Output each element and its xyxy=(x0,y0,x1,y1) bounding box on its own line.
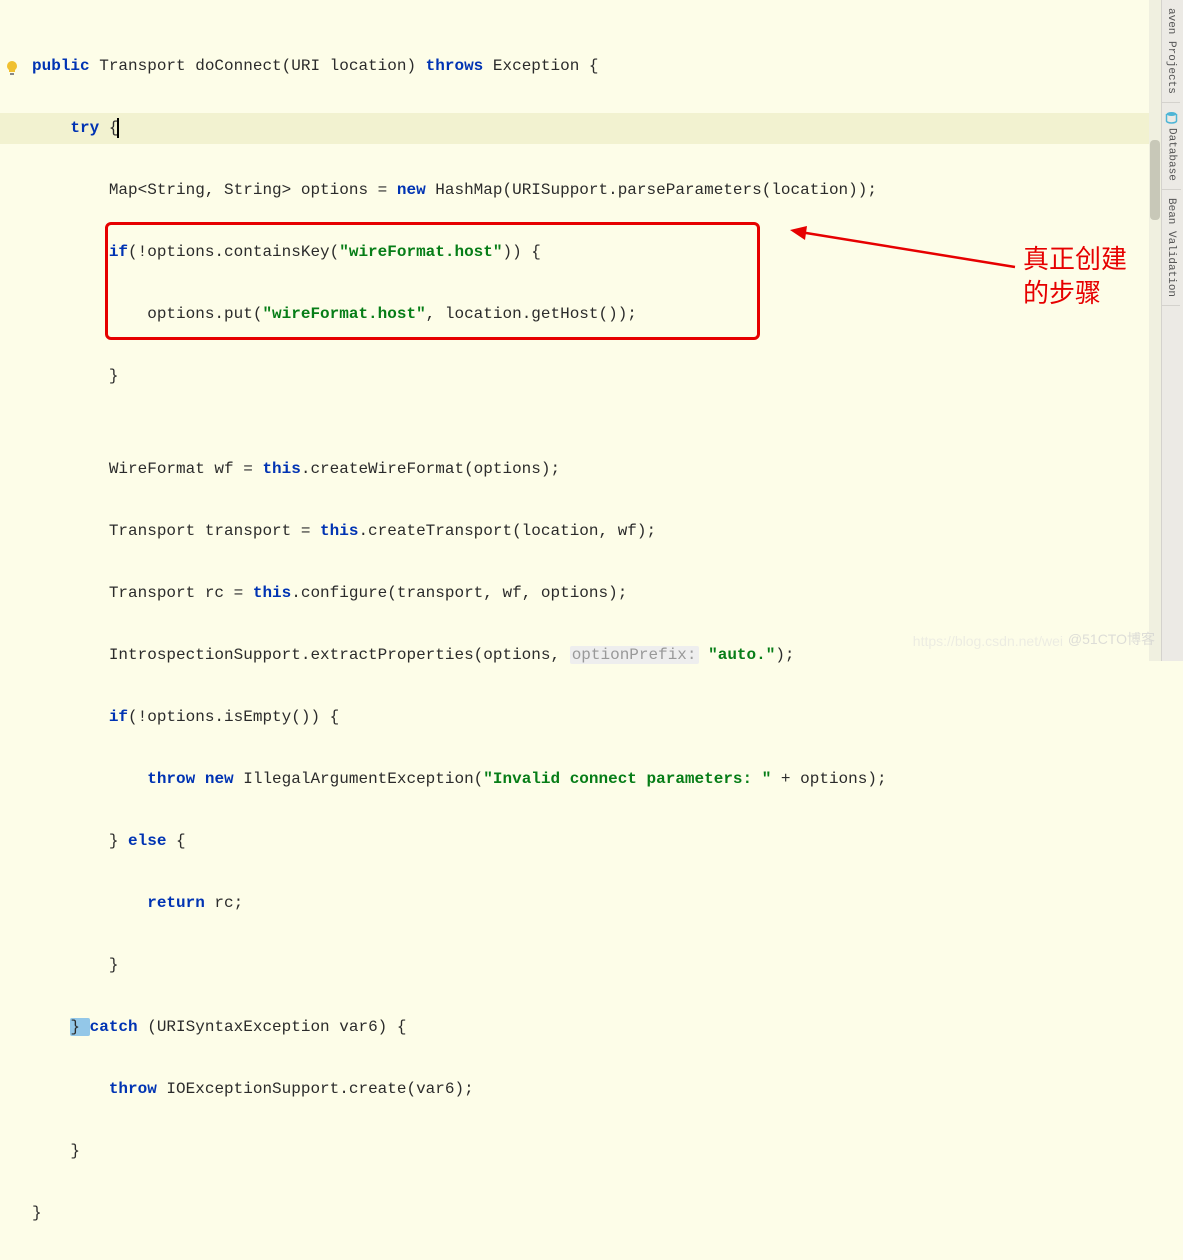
code-line: if(!options.containsKey("wireFormat.host… xyxy=(32,237,1160,268)
code-line: WireFormat wf = this.createWireFormat(op… xyxy=(32,454,1160,485)
param-hint: optionPrefix: xyxy=(570,646,699,664)
code-line: Transport transport = this.createTranspo… xyxy=(32,516,1160,547)
code-line: throw IOExceptionSupport.create(var6); xyxy=(32,1074,1160,1105)
annotation-text: 真正创建 的步骤 xyxy=(1023,242,1127,310)
code-line: } xyxy=(32,361,1160,392)
code-line: } xyxy=(32,1198,1160,1229)
code-editor[interactable]: public Transport doConnect(URI location)… xyxy=(0,0,1160,661)
code-line: options.put("wireFormat.host", location.… xyxy=(32,299,1160,330)
tool-tab-database[interactable]: Database xyxy=(1162,103,1181,190)
watermark-51cto: @51CTO博客 xyxy=(1068,629,1155,649)
editor-scrollbar[interactable] xyxy=(1149,0,1161,661)
code-line: return rc; xyxy=(32,888,1160,919)
matching-brace: } xyxy=(70,1018,89,1036)
code-line-current: try { xyxy=(0,113,1160,144)
database-icon xyxy=(1165,111,1178,124)
code-line: } xyxy=(32,1136,1160,1167)
tool-tab-maven[interactable]: aven Projects xyxy=(1162,0,1180,103)
tool-tab-bean-validation[interactable]: Bean Validation xyxy=(1162,190,1180,306)
tool-window-bar: aven Projects Database Bean Validation xyxy=(1161,0,1183,661)
code-line: Transport rc = this.configure(transport,… xyxy=(32,578,1160,609)
gutter-lightbulb-icon[interactable] xyxy=(4,60,20,76)
code-line: Map<String, String> options = new HashMa… xyxy=(32,175,1160,206)
code-line: public Transport doConnect(URI location)… xyxy=(32,51,1160,82)
code-line: if(!options.isEmpty()) { xyxy=(32,702,1160,733)
code-line: } xyxy=(32,950,1160,981)
watermark-csdn: https://blog.csdn.net/wei xyxy=(913,633,1063,649)
code-line: } catch (URISyntaxException var6) { xyxy=(32,1012,1160,1043)
code-line: throw new IllegalArgumentException("Inva… xyxy=(32,764,1160,795)
text-cursor xyxy=(117,118,119,138)
scroll-thumb[interactable] xyxy=(1150,140,1160,220)
code-line: } else { xyxy=(32,826,1160,857)
